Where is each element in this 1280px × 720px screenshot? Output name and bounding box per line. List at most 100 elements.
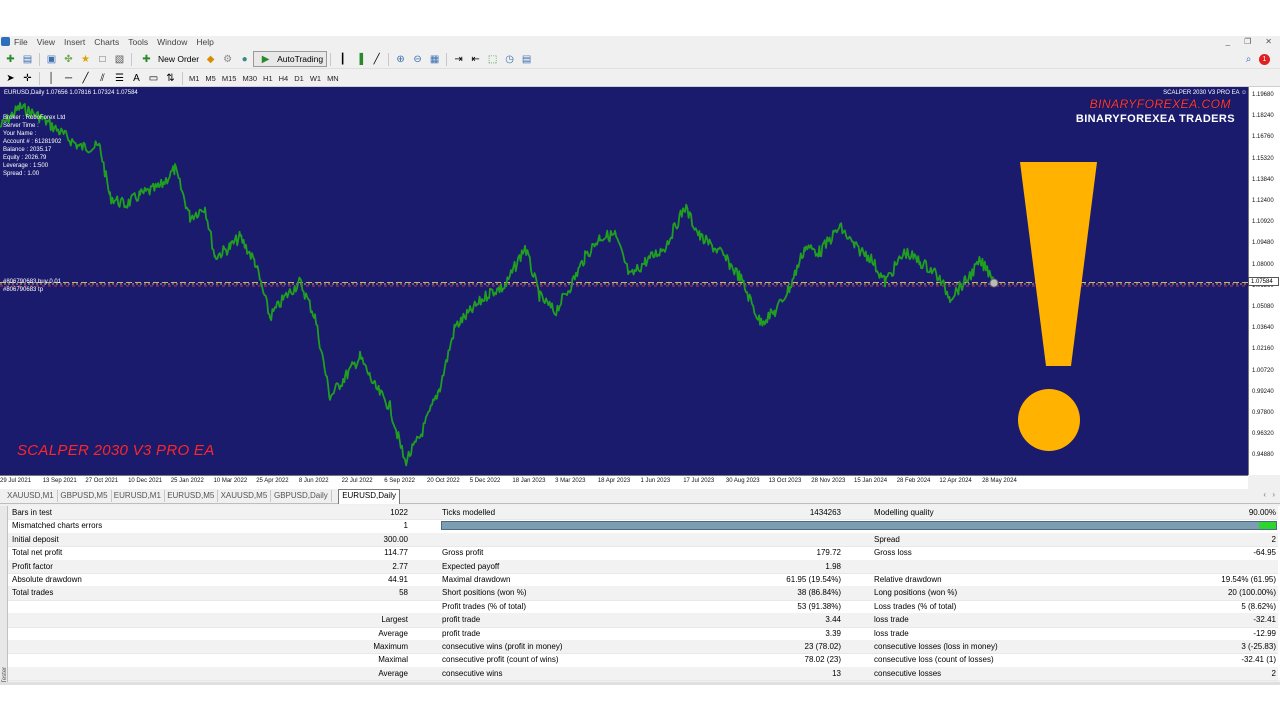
restore-icon[interactable]: ❐ xyxy=(1244,37,1251,46)
menu-item-view[interactable]: View xyxy=(37,37,55,48)
timeframe-h1[interactable]: H1 xyxy=(260,74,276,83)
menu-item-tools[interactable]: Tools xyxy=(128,37,148,48)
timeframe-m15[interactable]: M15 xyxy=(219,74,240,83)
current-price-marker xyxy=(989,278,999,288)
cursor-icon[interactable]: ➤ xyxy=(4,72,17,85)
timeframe-w1[interactable]: W1 xyxy=(307,74,324,83)
modelling-quality-value: 90.00% xyxy=(1248,508,1276,517)
timeframe-m1[interactable]: M1 xyxy=(186,74,202,83)
tab-xauusd-m5[interactable]: XAUUSD,M5 xyxy=(218,490,272,502)
tab-eurusd-m5[interactable]: EURUSD,M5 xyxy=(164,490,219,502)
timeframe-h4[interactable]: H4 xyxy=(276,74,292,83)
new-chart-icon[interactable]: ✚ xyxy=(4,53,17,66)
crosshair-icon[interactable]: ✛ xyxy=(21,72,34,85)
trendline-icon[interactable]: ╱ xyxy=(79,72,92,85)
auto-trading-button[interactable]: ▶ AutoTrading xyxy=(253,51,328,67)
navigator-icon[interactable]: ★ xyxy=(79,53,92,66)
long-positions-label: Long positions (won %) xyxy=(874,588,958,598)
time-axis[interactable]: 29 Jul 2021 13 Sep 2021 27 Oct 2021 10 Dec … xyxy=(0,475,1248,490)
timeframe-d1[interactable]: D1 xyxy=(291,74,307,83)
new-order-label: New Order xyxy=(158,54,200,64)
tab-eurusd-daily[interactable]: EURUSD,Daily xyxy=(338,489,400,504)
price-tick-label: 0.94880 xyxy=(1252,452,1274,459)
data-window-icon[interactable]: ✤ xyxy=(62,53,75,66)
long-positions-value: 20 (100.00%) xyxy=(1227,588,1276,598)
arrows-icon[interactable]: ⇅ xyxy=(164,72,177,85)
timeframe-mn[interactable]: MN xyxy=(324,74,342,83)
gross-profit-label: Gross profit xyxy=(442,548,484,558)
timeframe-m30[interactable]: M30 xyxy=(239,74,260,83)
mismatched-errors-label: Mismatched charts errors xyxy=(12,521,103,531)
maximal-profit-value: 78.02 (23) xyxy=(804,655,841,665)
total-net-profit-label: Total net profit xyxy=(12,548,63,558)
maximum-losses-label: consecutive losses (loss in money) xyxy=(874,642,998,651)
menu-item-help[interactable]: Help xyxy=(196,37,213,48)
app-icon xyxy=(1,37,10,46)
date-tick-label: 28 May 2024 xyxy=(982,478,1017,484)
menu-item-charts[interactable]: Charts xyxy=(94,37,119,48)
chart-shift-icon[interactable]: ⇤ xyxy=(469,53,482,66)
menu-item-file[interactable]: File xyxy=(14,37,28,48)
templates-icon[interactable]: ▤ xyxy=(520,53,533,66)
maximum-losses-value: 3 (-25.83) xyxy=(1241,642,1276,651)
label-icon[interactable]: ▭ xyxy=(147,72,160,85)
total-trades-label: Total trades xyxy=(12,588,54,598)
largest-loss-label: loss trade xyxy=(874,615,909,625)
date-tick-label: 13 Sep 2021 xyxy=(42,478,77,484)
metaeditor-icon[interactable]: ◆ xyxy=(204,53,217,66)
search-icon[interactable]: ⌕ xyxy=(1242,53,1255,66)
zoom-out-icon[interactable]: ⊖ xyxy=(411,53,424,66)
vertical-line-icon[interactable]: │ xyxy=(45,72,58,85)
periods-icon[interactable]: ◷ xyxy=(503,53,516,66)
initial-deposit-label: Initial deposit xyxy=(12,534,59,544)
tab-xauusd-m1[interactable]: XAUUSD,M1 xyxy=(4,490,58,502)
maximal-drawdown-label: Maximal drawdown xyxy=(442,575,511,584)
tab-gbpusd-daily[interactable]: GBPUSD,Daily xyxy=(271,490,332,502)
standard-toolbar: ✚ ▤ ▣ ✤ ★ □ ▧ ✚ New Order ◆ ⚙ ● ▶ AutoTrad… xyxy=(0,50,1280,69)
zoom-in-icon[interactable]: ⊕ xyxy=(394,53,407,66)
report-row: Initial deposit 300.00 Spread 2 xyxy=(8,532,1278,548)
date-tick-label: 1 Jun 2023 xyxy=(640,478,671,484)
toolbar-separator xyxy=(182,71,183,85)
candlestick-icon[interactable]: ▐ xyxy=(353,53,366,66)
tab-eurusd-m1[interactable]: EURUSD,M1 xyxy=(111,490,165,502)
price-tick-label: 0.96320 xyxy=(1252,431,1274,438)
tile-windows-icon[interactable]: ▦ xyxy=(428,53,441,66)
menu-item-window[interactable]: Window xyxy=(157,37,187,48)
strategy-tester-icon[interactable]: ▧ xyxy=(113,53,126,66)
price-chart[interactable]: EURUSD,Daily 1.07656 1.07816 1.07324 1.0… xyxy=(0,87,1248,475)
toolbar-separator xyxy=(39,71,40,85)
signals-icon[interactable]: ● xyxy=(238,53,251,66)
menu-item-insert[interactable]: Insert xyxy=(64,37,85,48)
profit-factor-label: Profit factor xyxy=(12,561,53,571)
new-order-icon: ✚ xyxy=(142,53,151,65)
line-chart-icon[interactable]: ╱ xyxy=(370,53,383,66)
price-tick-label: 1.03640 xyxy=(1252,325,1274,332)
options-icon[interactable]: ⚙ xyxy=(221,53,234,66)
autoscroll-icon[interactable]: ⇥ xyxy=(452,53,465,66)
channel-icon[interactable]: ⫽ xyxy=(96,72,109,85)
brand-traders: BINARYFOREXEA TRADERS xyxy=(1075,113,1235,125)
tab-scroll-right-icon[interactable]: › xyxy=(1272,490,1275,499)
date-tick-label: 18 Jan 2023 xyxy=(512,478,546,484)
profiles-icon[interactable]: ▤ xyxy=(21,53,34,66)
timeframe-m5[interactable]: M5 xyxy=(202,74,218,83)
modelling-quality-bar xyxy=(441,521,1277,531)
bar-chart-icon[interactable]: ┃ xyxy=(336,53,349,66)
minimize-icon[interactable]: _ xyxy=(1226,37,1230,46)
horizontal-line-icon[interactable]: ─ xyxy=(62,72,75,85)
alert-badge-icon[interactable]: 1 xyxy=(1259,53,1270,65)
tab-scroll-left-icon[interactable]: ‹ xyxy=(1263,490,1266,499)
indicators-icon[interactable]: ⬚ xyxy=(486,53,499,66)
tab-gbpusd-m5[interactable]: GBPUSD,M5 xyxy=(57,490,112,502)
text-icon[interactable]: A xyxy=(130,72,143,85)
close-icon[interactable]: ✕ xyxy=(1265,37,1272,46)
relative-drawdown-value: 19.54% (61.95) xyxy=(1221,575,1276,584)
new-order-button[interactable]: ✚ New Order xyxy=(135,52,202,66)
market-watch-icon[interactable]: ▣ xyxy=(45,53,58,66)
date-tick-label: 17 Jul 2023 xyxy=(683,478,715,484)
total-trades-value: 58 xyxy=(399,588,408,598)
terminal-icon[interactable]: □ xyxy=(96,53,109,66)
chart-canvas xyxy=(0,101,1248,467)
fibonacci-icon[interactable]: ☰ xyxy=(113,72,126,85)
